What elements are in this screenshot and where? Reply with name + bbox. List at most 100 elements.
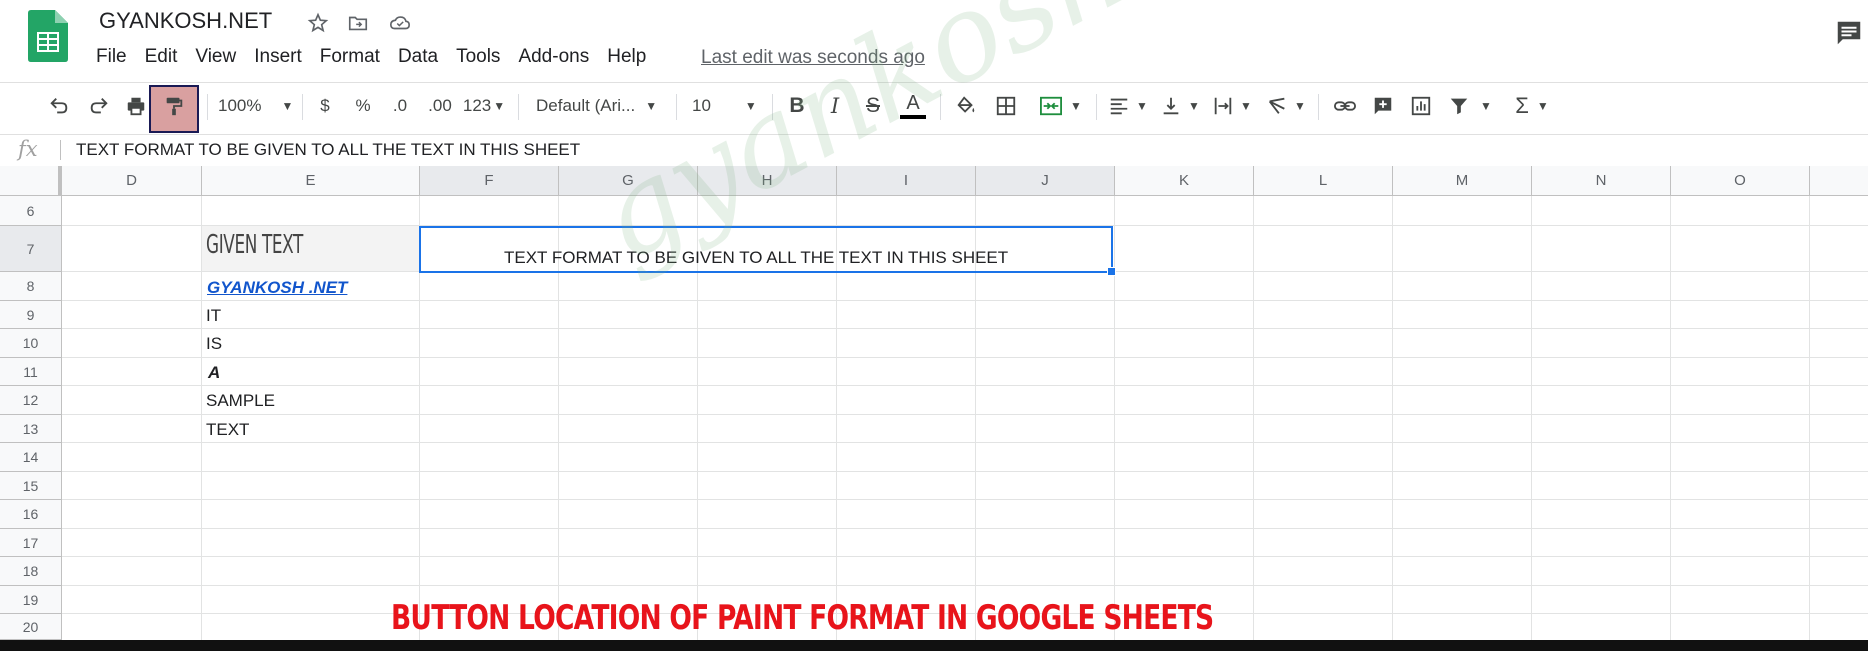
menu-format[interactable]: Format bbox=[320, 46, 388, 72]
star-icon[interactable] bbox=[305, 10, 331, 36]
sheets-logo-icon[interactable] bbox=[28, 10, 68, 62]
menu-help[interactable]: Help bbox=[607, 46, 654, 72]
menu-insert[interactable]: Insert bbox=[254, 46, 310, 72]
row-header-8[interactable]: 8 bbox=[0, 272, 62, 301]
col-header-h[interactable]: H bbox=[698, 166, 837, 196]
row-header-6[interactable]: 6 bbox=[0, 196, 62, 226]
decrease-decimal-button[interactable]: .0 bbox=[386, 88, 414, 124]
row-header-9[interactable]: 9 bbox=[0, 301, 62, 329]
menu-file[interactable]: File bbox=[96, 46, 135, 72]
chevron-down-icon: ▼ bbox=[1136, 99, 1148, 113]
functions-button[interactable]: Σ ▼ bbox=[1508, 88, 1556, 124]
row-header-13[interactable]: 13 bbox=[0, 415, 62, 443]
redo-icon[interactable] bbox=[84, 88, 114, 124]
chevron-down-icon: ▼ bbox=[1480, 99, 1492, 113]
col-header-n[interactable]: N bbox=[1532, 166, 1671, 196]
last-edit-link[interactable]: Last edit was seconds ago bbox=[701, 47, 925, 69]
cloud-saved-icon[interactable] bbox=[387, 10, 413, 36]
col-header-m[interactable]: M bbox=[1393, 166, 1532, 196]
text-rotation-icon[interactable]: ▼ bbox=[1264, 88, 1308, 124]
menu-data[interactable]: Data bbox=[398, 46, 446, 72]
font-family-select[interactable]: Default (Ari... ▼ bbox=[536, 88, 666, 124]
row-header-17[interactable]: 17 bbox=[0, 529, 62, 557]
select-all-corner[interactable] bbox=[0, 166, 62, 196]
text-color-button[interactable]: A bbox=[898, 88, 928, 124]
col-header-g[interactable]: G bbox=[559, 166, 698, 196]
italic-button[interactable]: I bbox=[822, 88, 848, 124]
row-header-14[interactable]: 14 bbox=[0, 443, 62, 472]
zoom-select[interactable]: 100% ▼ bbox=[218, 88, 293, 124]
selected-range bbox=[419, 226, 1113, 273]
col-header-j[interactable]: J bbox=[976, 166, 1115, 196]
font-size-value: 10 bbox=[692, 96, 711, 115]
currency-format-button[interactable]: $ bbox=[314, 88, 336, 124]
text-color-swatch bbox=[900, 115, 926, 119]
cell-e10[interactable]: IS bbox=[206, 334, 222, 354]
filter-icon[interactable]: ▼ bbox=[1446, 88, 1494, 124]
row-header-12[interactable]: 12 bbox=[0, 386, 62, 415]
row-header-15[interactable]: 15 bbox=[0, 472, 62, 500]
row-header-19[interactable]: 19 bbox=[0, 586, 62, 614]
increase-decimal-button[interactable]: .00 bbox=[424, 88, 456, 124]
document-title[interactable]: GYANKOSH.NET bbox=[99, 8, 272, 34]
text-wrapping-icon[interactable]: ▼ bbox=[1210, 88, 1254, 124]
cell-e11[interactable]: A bbox=[208, 363, 220, 383]
fx-icon: fx bbox=[18, 137, 38, 161]
percent-format-button[interactable]: % bbox=[352, 88, 374, 124]
chevron-down-icon: ▼ bbox=[493, 99, 506, 113]
bold-button[interactable]: B bbox=[784, 88, 810, 124]
menu-edit[interactable]: Edit bbox=[145, 46, 186, 72]
row-header-10[interactable]: 10 bbox=[0, 329, 62, 358]
menu-tools[interactable]: Tools bbox=[456, 46, 508, 72]
formula-input[interactable]: TEXT FORMAT TO BE GIVEN TO ALL THE TEXT … bbox=[76, 140, 580, 160]
row-header-18[interactable]: 18 bbox=[0, 557, 62, 586]
text-color-label: A bbox=[906, 92, 920, 114]
cell-e8[interactable]: GYANKOSH .NET bbox=[207, 278, 347, 298]
insert-chart-icon[interactable] bbox=[1406, 88, 1436, 124]
chevron-down-icon: ▼ bbox=[1536, 99, 1549, 113]
spreadsheet-grid: D E F G H I J K L M N O 6 7 8 9 10 11 12… bbox=[0, 166, 1868, 640]
more-formats-select[interactable]: 123 ▼ bbox=[460, 88, 508, 124]
merge-cells-icon[interactable]: ▼ bbox=[1032, 88, 1088, 124]
font-family-value: Default (Ari... bbox=[536, 96, 636, 115]
bottom-bar bbox=[0, 640, 1868, 651]
row-header-20[interactable]: 20 bbox=[0, 614, 62, 640]
caption-banner: BUTTON LOCATION OF PAINT FORMAT IN GOOGL… bbox=[391, 598, 1214, 638]
col-header-o[interactable]: O bbox=[1671, 166, 1810, 196]
cell-e13[interactable]: TEXT bbox=[206, 420, 249, 440]
borders-icon[interactable] bbox=[992, 88, 1020, 124]
fill-handle[interactable] bbox=[1107, 267, 1116, 276]
horizontal-align-icon[interactable]: ▼ bbox=[1106, 88, 1150, 124]
menu-add-ons[interactable]: Add-ons bbox=[518, 46, 597, 72]
row-header-16[interactable]: 16 bbox=[0, 500, 62, 529]
insert-link-icon[interactable] bbox=[1330, 88, 1360, 124]
menu-view[interactable]: View bbox=[195, 46, 244, 72]
cell-e9[interactable]: IT bbox=[206, 306, 221, 326]
insert-comment-icon[interactable] bbox=[1368, 88, 1398, 124]
paint-format-icon[interactable] bbox=[159, 88, 189, 124]
comment-history-icon[interactable] bbox=[1834, 18, 1864, 48]
chevron-down-icon: ▼ bbox=[645, 99, 658, 113]
print-icon[interactable] bbox=[122, 88, 150, 124]
chevron-down-icon: ▼ bbox=[1188, 99, 1200, 113]
row-header-11[interactable]: 11 bbox=[0, 358, 62, 386]
fill-color-icon[interactable] bbox=[952, 88, 980, 124]
col-header-k[interactable]: K bbox=[1115, 166, 1254, 196]
font-size-select[interactable]: 10 ▼ bbox=[692, 88, 762, 124]
col-header-i[interactable]: I bbox=[837, 166, 976, 196]
zoom-value: 100% bbox=[218, 96, 262, 115]
col-header-l[interactable]: L bbox=[1254, 166, 1393, 196]
menu-bar: File Edit View Insert Format Data Tools … bbox=[96, 46, 664, 72]
cell-e12[interactable]: SAMPLE bbox=[206, 391, 275, 411]
chevron-down-icon: ▼ bbox=[1294, 99, 1306, 113]
col-header-d[interactable]: D bbox=[62, 166, 202, 196]
undo-icon[interactable] bbox=[44, 88, 74, 124]
vertical-align-icon[interactable]: ▼ bbox=[1158, 88, 1202, 124]
cell-e7[interactable]: GIVEN TEXT bbox=[206, 230, 303, 260]
col-header-e[interactable]: E bbox=[202, 166, 420, 196]
move-folder-icon[interactable] bbox=[345, 10, 371, 36]
strikethrough-button[interactable]: S bbox=[860, 88, 886, 124]
col-header-f[interactable]: F bbox=[420, 166, 559, 196]
row-header-7[interactable]: 7 bbox=[0, 226, 62, 272]
chevron-down-icon: ▼ bbox=[1240, 99, 1252, 113]
